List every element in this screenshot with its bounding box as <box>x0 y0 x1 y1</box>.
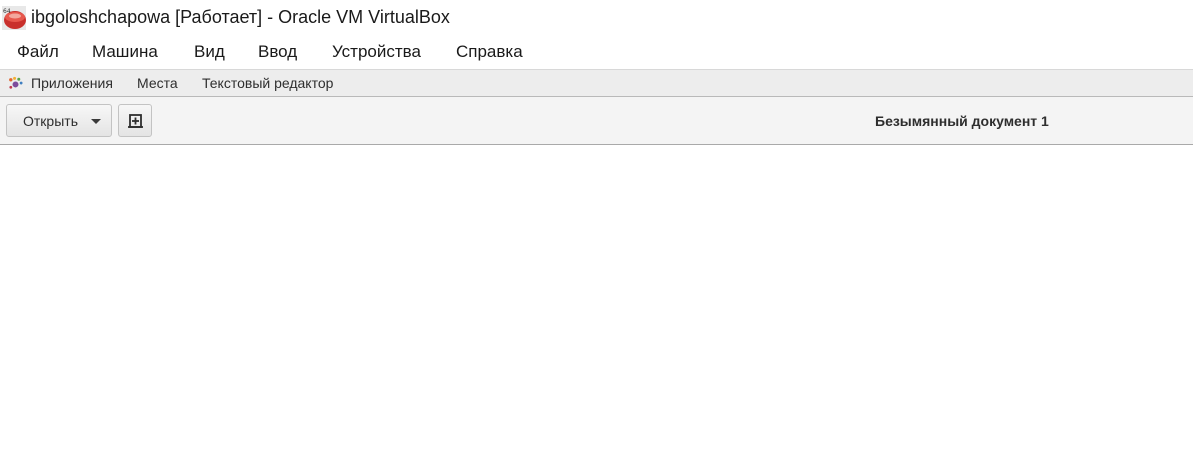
menu-machine[interactable]: Машина <box>92 42 158 62</box>
text-editor-area[interactable] <box>0 145 1193 475</box>
new-document-button[interactable] <box>118 104 152 137</box>
gnome-foot-icon <box>9 76 23 89</box>
gnome-top-panel: Приложения Места Текстовый редактор <box>0 69 1193 97</box>
vm-menubar: Файл Машина Вид Ввод Устройства Справка <box>0 36 1193 68</box>
menu-file[interactable]: Файл <box>17 42 59 62</box>
menu-view[interactable]: Вид <box>194 42 225 62</box>
menu-input[interactable]: Ввод <box>258 42 297 62</box>
open-button-label: Открыть <box>23 113 78 129</box>
window-titlebar: 64 ibgoloshchapowa [Работает] - Oracle V… <box>0 0 1193 36</box>
virtualbox-icon: 64 <box>2 6 26 30</box>
gedit-headerbar: Открыть Безымянный документ 1 <box>0 97 1193 145</box>
chevron-down-icon <box>91 119 101 124</box>
menu-help[interactable]: Справка <box>456 42 523 62</box>
applications-menu[interactable]: Приложения <box>31 75 113 91</box>
menu-devices[interactable]: Устройства <box>332 42 421 62</box>
new-document-icon <box>128 114 143 128</box>
document-title: Безымянный документ 1 <box>875 113 1049 129</box>
places-menu[interactable]: Места <box>137 75 178 91</box>
window-title: ibgoloshchapowa [Работает] - Oracle VM V… <box>31 7 450 27</box>
open-button[interactable]: Открыть <box>6 104 112 137</box>
active-app-menu[interactable]: Текстовый редактор <box>202 75 333 91</box>
icon-badge: 64 <box>3 8 11 15</box>
